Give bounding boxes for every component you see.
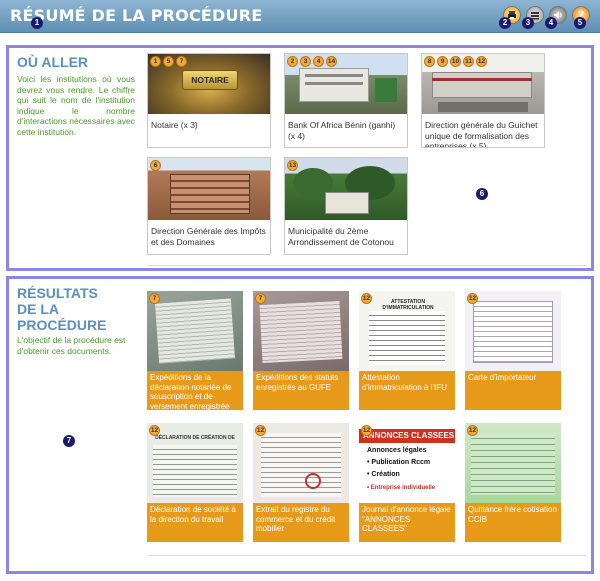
institution-caption: Notaire (x 3) xyxy=(151,120,198,130)
institution-caption: Direction Générale des Impôts et des Dom… xyxy=(151,226,266,247)
institution-card[interactable]: 8 9 10 11 12 Direction générale du Guich… xyxy=(421,53,545,148)
institution-photo xyxy=(285,158,407,220)
tag: 5 xyxy=(163,56,174,67)
interaction-tags: 8 9 10 11 12 xyxy=(424,56,487,67)
interaction-tags: 1 5 7 xyxy=(150,56,187,67)
tag: 12 xyxy=(361,425,372,436)
interaction-tags: 12 xyxy=(255,425,266,436)
institution-card[interactable]: 13 Municipalité du 2ème Arrondissement d… xyxy=(284,157,408,255)
interaction-tags: 12 xyxy=(361,293,372,304)
tag: 6 xyxy=(150,160,161,171)
results-panel: RÉSULTATS DE LA PROCÉDURE L'objectif de … xyxy=(6,276,594,574)
newspaper-line: • Création xyxy=(367,471,400,478)
institution-photo xyxy=(148,158,270,220)
tag: 10 xyxy=(450,56,461,67)
interaction-tags: 12 xyxy=(467,425,478,436)
document-heading: DÉCLARATION DE CRÉATION DE xyxy=(155,435,235,441)
tag: 11 xyxy=(463,56,474,67)
newspaper-line: • Publication Rccm xyxy=(367,459,431,466)
document-photo xyxy=(253,291,349,371)
interaction-tags: 12 xyxy=(361,425,372,436)
tag: 14 xyxy=(326,56,337,67)
sound-badge: 4 xyxy=(545,17,557,29)
document-caption: Attestation d'immatriculation à l'IFU xyxy=(362,373,447,392)
document-card[interactable]: ANNONCES CLASSEES Annonces légales • Pub… xyxy=(359,423,455,542)
results-description: L'objectif de la procédure est d'obtenir… xyxy=(17,335,126,356)
document-heading: ATTESTATION D'IMMATRICULATION xyxy=(382,299,434,311)
institution-card[interactable]: NOTAIRE 1 5 7 Notaire (x 3) xyxy=(147,53,271,148)
interaction-tags: 12 xyxy=(149,425,160,436)
tag: 9 xyxy=(437,56,448,67)
results-title-line: RÉSULTATS xyxy=(17,285,98,301)
tag: 1 xyxy=(150,56,161,67)
help-badge: 5 xyxy=(574,17,586,29)
tag: 12 xyxy=(467,293,478,304)
newspaper-line: • Entreprise individuelle xyxy=(367,485,436,491)
tag: 12 xyxy=(467,425,478,436)
tag: 2 xyxy=(287,56,298,67)
document-caption: Carte d'importateur xyxy=(468,373,537,382)
tag: 7 xyxy=(149,293,160,304)
results-title-line: PROCÉDURE xyxy=(17,317,107,333)
step-badge: 1 xyxy=(31,17,43,29)
document-caption: Quittance frère cotisation CCIB xyxy=(468,505,557,524)
institution-caption: Bank Of Africa Bénin (ganhi) (x 4) xyxy=(288,120,396,141)
print-badge: 2 xyxy=(499,17,511,29)
document-caption: Déclaration de société à la direction du… xyxy=(150,505,236,524)
document-photo: DÉCLARATION DE CRÉATION DE xyxy=(147,423,243,503)
tag: 12 xyxy=(255,425,266,436)
tag: 7 xyxy=(255,293,266,304)
where-to-go-panel: OÙ ALLER Voici les institutions où vous … xyxy=(6,45,594,271)
institution-caption: Municipalité du 2ème Arrondissement de C… xyxy=(288,226,394,247)
where-badge: 6 xyxy=(476,188,488,200)
tag: 12 xyxy=(476,56,487,67)
tag: 12 xyxy=(149,425,160,436)
document-card[interactable]: 12 Extrait du registre du commerce et du… xyxy=(253,423,349,542)
document-caption: Expéditions de la déclaration notariée d… xyxy=(150,373,232,410)
institution-caption: Direction générale du Guichet unique de … xyxy=(425,120,538,148)
page-title: RÉSUMÉ DE LA PROCÉDURE xyxy=(10,6,263,25)
document-photo: ANNONCES CLASSEES Annonces légales • Pub… xyxy=(359,423,455,503)
newspaper-line: Annonces légales xyxy=(367,447,427,454)
interaction-tags: 13 xyxy=(287,160,298,171)
tag: 12 xyxy=(361,293,372,304)
tag: 13 xyxy=(287,160,298,171)
interaction-tags: 6 xyxy=(150,160,161,171)
tag: 4 xyxy=(313,56,324,67)
interaction-tags: 2 3 4 14 xyxy=(287,56,337,67)
document-card[interactable]: 12 Quittance frère cotisation CCIB xyxy=(465,423,561,542)
document-caption: Extrait du registre du commerce et du cr… xyxy=(256,505,336,533)
tag: 8 xyxy=(424,56,435,67)
divider xyxy=(148,555,586,556)
document-photo xyxy=(147,291,243,371)
document-card[interactable]: 7 Expéditions de la déclaration notariée… xyxy=(147,291,243,410)
results-title-line: DE LA xyxy=(17,301,59,317)
document-card[interactable]: ATTESTATION D'IMMATRICULATION 12 Attesta… xyxy=(359,291,455,410)
institution-card[interactable]: 6 Direction Générale des Impôts et des D… xyxy=(147,157,271,255)
document-card[interactable]: DÉCLARATION DE CRÉATION DE 12 Déclaratio… xyxy=(147,423,243,542)
interaction-tags: 12 xyxy=(467,293,478,304)
results-badge: 7 xyxy=(63,435,75,447)
institution-card[interactable]: 2 3 4 14 Bank Of Africa Bénin (ganhi) (x… xyxy=(284,53,408,148)
where-title: OÙ ALLER xyxy=(17,54,89,70)
tag: 3 xyxy=(300,56,311,67)
document-caption: Journal d'annonce légale "ANNONCES CLASS… xyxy=(362,505,451,533)
interaction-tags: 7 xyxy=(255,293,266,304)
tag: 7 xyxy=(176,56,187,67)
document-card[interactable]: 7 Expéditions des statuts enregistrés au… xyxy=(253,291,349,410)
document-caption: Expéditions des statuts enregistrés au G… xyxy=(256,373,339,392)
document-photo xyxy=(465,291,561,371)
layers-badge: 3 xyxy=(522,17,534,29)
document-card[interactable]: 12 Carte d'importateur xyxy=(465,291,561,410)
newspaper-banner: ANNONCES CLASSEES xyxy=(359,429,455,443)
where-description: Voici les institutions où vous devrez vo… xyxy=(17,74,135,137)
document-photo: ATTESTATION D'IMMATRICULATION xyxy=(359,291,455,371)
procedure-header: RÉSUMÉ DE LA PROCÉDURE 1 ? 2 3 4 5 xyxy=(0,0,600,33)
interaction-tags: 7 xyxy=(149,293,160,304)
notaire-plaque: NOTAIRE xyxy=(182,70,238,90)
document-photo xyxy=(253,423,349,503)
results-title: RÉSULTATS DE LA PROCÉDURE xyxy=(17,285,106,333)
divider xyxy=(148,265,586,266)
document-photo xyxy=(465,423,561,503)
